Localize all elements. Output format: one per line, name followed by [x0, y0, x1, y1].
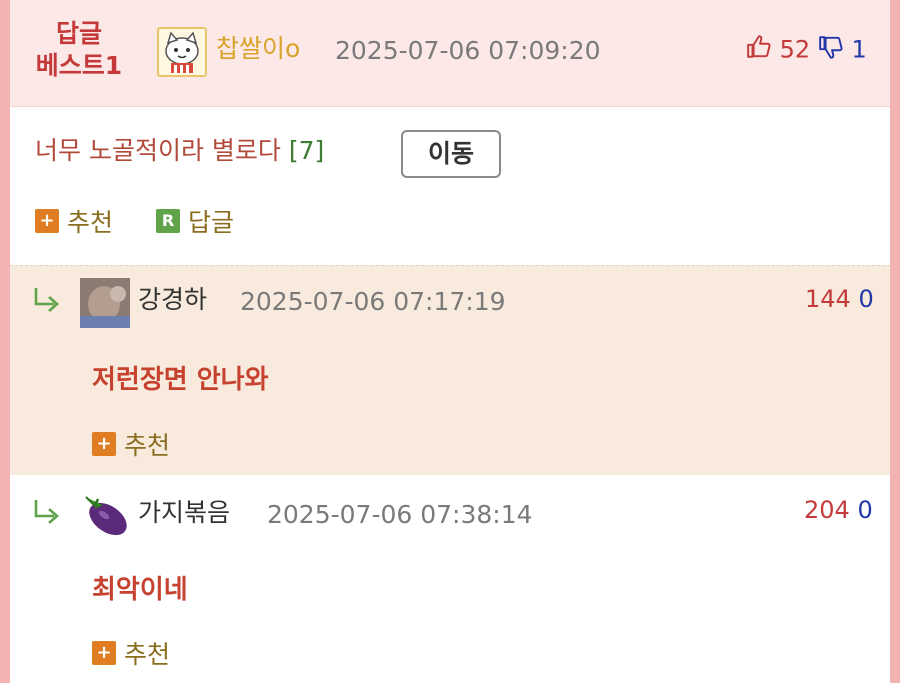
photo-avatar-icon — [80, 278, 130, 328]
avatar[interactable] — [80, 278, 130, 328]
reply-nickname[interactable]: 가지볶음 — [138, 498, 230, 528]
recommend-button[interactable]: + 추천 — [92, 426, 170, 462]
best-down-count: 1 — [851, 35, 867, 64]
reply-down-count[interactable]: 0 — [858, 285, 873, 313]
reply-text: 최악이네 — [92, 575, 188, 605]
best-badge-line2: 베스트1 — [35, 51, 123, 80]
reply-down-count[interactable]: 0 — [857, 496, 872, 524]
reply-text: 저런장면 안나와 — [92, 365, 269, 395]
reply-label: 답글 — [188, 208, 235, 237]
reply-button[interactable]: R 답글 — [156, 203, 234, 239]
recommend-button[interactable]: + 추천 — [92, 635, 170, 671]
plus-icon: + — [35, 209, 59, 233]
reply-vote-group: 204 0 — [804, 495, 873, 525]
cat-avatar-icon — [159, 29, 205, 75]
reply-vote-group: 144 0 — [805, 284, 874, 314]
reply-timestamp: 2025-07-06 07:17:19 — [240, 287, 506, 316]
best-nickname[interactable]: 찹쌀이o — [216, 34, 300, 64]
recommend-button[interactable]: + 추천 — [35, 203, 113, 239]
recommend-label: 추천 — [67, 208, 114, 237]
reply-count[interactable]: [7] — [289, 136, 324, 165]
sub-reply: 강경하 2025-07-06 07:17:19 144 0 저런장면 안나와 +… — [10, 265, 890, 475]
comment-frame: 답글 베스트1 찹쌀이o 2025-07-06 07:09:20 52 1 너무… — [10, 0, 890, 683]
reply-arrow-icon — [34, 288, 59, 312]
best-reply-body: 너무 노골적이라 별로다 — [35, 136, 281, 165]
plus-icon: + — [92, 641, 116, 665]
best-reply-badge: 답글 베스트1 — [24, 18, 134, 82]
best-timestamp: 2025-07-06 07:09:20 — [335, 36, 601, 65]
thumb-down-icon[interactable] — [818, 34, 844, 67]
eggplant-avatar-icon — [80, 489, 130, 539]
plus-icon: + — [92, 432, 116, 456]
reply-up-count[interactable]: 204 — [804, 496, 850, 524]
move-button[interactable]: 이동 — [401, 130, 501, 178]
best-reply-header: 답글 베스트1 찹쌀이o 2025-07-06 07:09:20 52 1 — [10, 0, 890, 107]
reply-square-icon: R — [156, 209, 180, 233]
best-reply-text: 너무 노골적이라 별로다 [7] — [35, 135, 324, 167]
sub-reply: 가지볶음 2025-07-06 07:38:14 204 0 최악이네 + 추천 — [10, 476, 890, 683]
reply-up-count[interactable]: 144 — [805, 285, 851, 313]
reply-arrow-icon — [34, 500, 59, 524]
thumb-up-icon[interactable] — [746, 34, 772, 67]
best-badge-line1: 답글 — [55, 19, 102, 48]
best-up-count: 52 — [779, 35, 811, 64]
recommend-label: 추천 — [124, 640, 171, 669]
reply-timestamp: 2025-07-06 07:38:14 — [267, 500, 533, 529]
avatar[interactable] — [80, 489, 130, 539]
avatar[interactable] — [157, 27, 207, 77]
best-vote-group: 52 1 — [746, 34, 867, 67]
recommend-label: 추천 — [124, 431, 171, 460]
reply-nickname[interactable]: 강경하 — [138, 285, 207, 315]
